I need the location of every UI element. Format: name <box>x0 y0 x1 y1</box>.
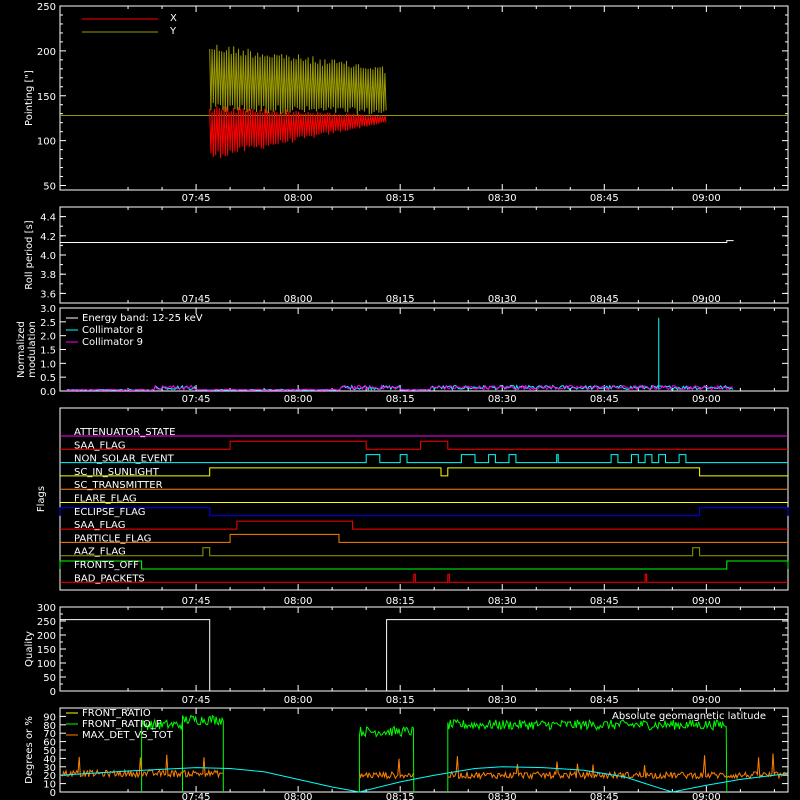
x-tick-label: 09:00 <box>692 792 721 800</box>
y-axis-label: Degrees or % <box>24 716 35 784</box>
x-tick-label: 08:45 <box>590 695 619 706</box>
flag-label: FLARE_FLAG <box>74 494 137 505</box>
x-tick-label: 09:00 <box>692 394 721 405</box>
x-tick-label: 08:45 <box>590 792 619 800</box>
flag-label: BAD_PACKETS <box>74 573 145 584</box>
flag-label: SAA_FLAG <box>74 520 125 531</box>
y-tick-label: 300 <box>37 603 56 614</box>
y-tick-label: 90 <box>43 712 56 723</box>
y-tick-label: 4.0 <box>40 251 56 262</box>
y-tick-label: 250 <box>37 617 56 628</box>
x-tick-label: 08:30 <box>488 193 517 204</box>
x-tick-label: 08:45 <box>590 193 619 204</box>
x-tick-label: 07:45 <box>182 193 211 204</box>
y-tick-label: 2.0 <box>40 332 56 343</box>
x-tick-label: 08:30 <box>488 596 517 607</box>
x-tick-label: 07:45 <box>182 596 211 607</box>
multi-panel-chart: 07:45 08:00 08:15 08:30 08:45 09:00 50 100 150 20… <box>0 0 800 800</box>
flag-label: FRONTS_OFF <box>74 560 139 571</box>
x-tick-label: 08:45 <box>590 394 619 405</box>
x-tick-label: 07:45 <box>182 792 211 800</box>
y-tick-label: 100 <box>37 137 56 148</box>
y-tick-label: 2.5 <box>40 318 56 329</box>
y-tick-label: 0.5 <box>40 373 56 384</box>
y-tick-label: 1.0 <box>40 359 56 370</box>
x-tick-label: 09:00 <box>692 596 721 607</box>
y-tick-label: 250 <box>37 2 56 13</box>
y-axis-label-word: modulation <box>27 321 38 378</box>
flag-label: SC_IN_SUNLIGHT <box>74 467 160 478</box>
x-tick-label: 08:30 <box>488 394 517 405</box>
legend-label: X <box>170 13 177 24</box>
y-tick-label: 3.6 <box>40 289 56 300</box>
x-tick-label: 08:15 <box>386 596 415 607</box>
x-tick-label: 09:00 <box>692 294 721 305</box>
flag-label: SC_TRANSMITTER <box>74 480 163 491</box>
x-tick-label: 08:00 <box>284 394 313 405</box>
y-axis-label: Flags <box>36 486 47 512</box>
y-tick-label: 3.8 <box>40 270 56 281</box>
y-tick-label: 0.0 <box>40 387 56 398</box>
y-axis-label-word: Normalized <box>16 321 27 378</box>
x-tick-label: 08:15 <box>386 792 415 800</box>
x-tick-label: 08:45 <box>590 596 619 607</box>
flag-label: SAA_FLAG <box>74 440 125 451</box>
x-tick-label: 08:30 <box>488 792 517 800</box>
legend-label: Collimator 9 <box>82 337 143 348</box>
x-tick-label: 08:00 <box>284 596 313 607</box>
legend-label: FRONT_RATIO_F <box>82 719 162 730</box>
y-axis-label: Pointing ["] <box>24 70 35 126</box>
y-tick-label: 200 <box>37 47 56 58</box>
x-tick-label: 08:15 <box>386 193 415 204</box>
flag-label: ECLIPSE_FLAG <box>74 507 145 518</box>
y-tick-label: 0 <box>50 687 56 698</box>
y-tick-label: 4.4 <box>40 213 56 224</box>
y-tick-label: 50 <box>43 182 56 193</box>
y-tick-label: 100 <box>37 659 56 670</box>
x-tick-label: 08:00 <box>284 294 313 305</box>
x-tick-label: 07:45 <box>182 294 211 305</box>
y-tick-label: 150 <box>37 645 56 656</box>
y-tick-label: 3.0 <box>40 304 56 315</box>
legend-label: Collimator 8 <box>82 325 143 336</box>
y-tick-label: 50 <box>43 673 56 684</box>
y-tick-label: 4.2 <box>40 232 56 243</box>
geomagnetic-latitude-annotation: Absolute geomagnetic latitude <box>612 711 766 722</box>
x-tick-label: 08:30 <box>488 294 517 305</box>
y-axis-label: Roll period [s] <box>24 220 35 289</box>
x-tick-label: 07:45 <box>182 695 211 706</box>
x-tick-label: 08:00 <box>284 193 313 204</box>
flag-label: NON_SOLAR_EVENT <box>74 454 175 465</box>
legend-label: Energy band: 12-25 keV <box>82 313 203 324</box>
x-tick-label: 08:45 <box>590 294 619 305</box>
x-tick-label: 07:45 <box>182 394 211 405</box>
flag-label: ATTENUATOR_STATE <box>74 427 175 438</box>
x-tick-label: 08:15 <box>386 695 415 706</box>
legend-label: Y <box>169 26 177 37</box>
legend-label: MAX_DET_VS_TOT <box>82 730 174 741</box>
x-tick-label: 09:00 <box>692 193 721 204</box>
x-tick-label: 08:15 <box>386 294 415 305</box>
y-axis-label-multiline: Normalizedmodulation <box>16 321 38 378</box>
y-tick-label: 150 <box>37 92 56 103</box>
legend-label: FRONT_RATIO <box>82 708 151 719</box>
x-tick-label: 08:30 <box>488 695 517 706</box>
flag-label: AAZ_FLAG <box>74 547 126 558</box>
x-tick-label: 08:00 <box>284 792 313 800</box>
x-tick-label: 08:00 <box>284 695 313 706</box>
flag-label: PARTICLE_FLAG <box>74 533 151 544</box>
y-tick-label: 200 <box>37 631 56 642</box>
x-tick-label: 09:00 <box>692 695 721 706</box>
y-axis-label: Quality <box>24 631 35 667</box>
x-tick-label: 08:15 <box>386 394 415 405</box>
y-tick-label: 1.5 <box>40 346 56 357</box>
